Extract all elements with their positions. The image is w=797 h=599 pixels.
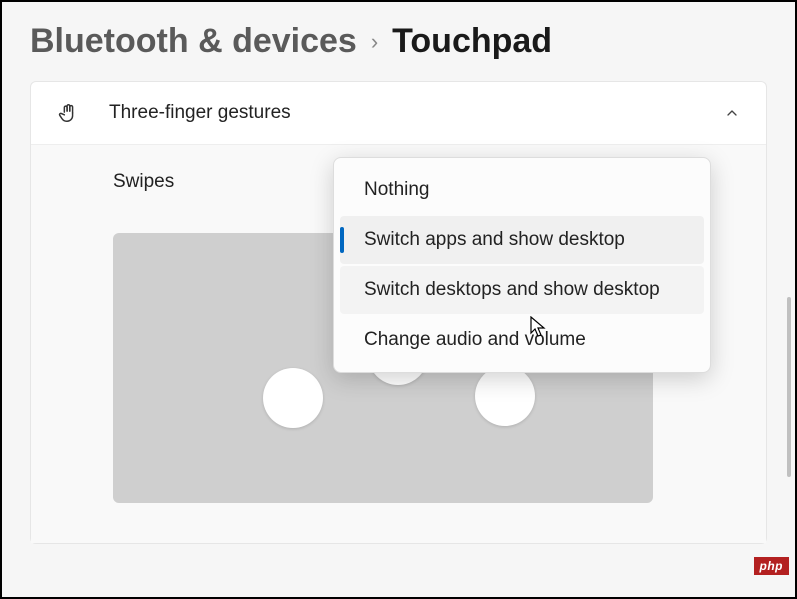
dropdown-item-nothing[interactable]: Nothing <box>340 166 704 214</box>
finger-dot <box>263 368 323 428</box>
dropdown-item-switch-desktops[interactable]: Switch desktops and show desktop <box>340 266 704 314</box>
breadcrumb: Bluetooth & devices › Touchpad <box>30 22 767 61</box>
panel-title: Three-finger gestures <box>109 102 724 124</box>
hand-icon <box>57 102 79 124</box>
swipes-dropdown[interactable]: Nothing Switch apps and show desktop Swi… <box>333 157 711 373</box>
scrollbar[interactable] <box>787 297 791 477</box>
breadcrumb-current: Touchpad <box>392 22 552 61</box>
finger-dot <box>475 366 535 426</box>
chevron-right-icon: › <box>371 29 378 55</box>
breadcrumb-parent[interactable]: Bluetooth & devices <box>30 22 357 61</box>
panel-header[interactable]: Three-finger gestures <box>31 82 766 145</box>
dropdown-item-change-audio[interactable]: Change audio and volume <box>340 316 704 364</box>
chevron-up-icon <box>724 105 740 121</box>
dropdown-item-switch-apps[interactable]: Switch apps and show desktop <box>340 216 704 264</box>
watermark: php <box>754 557 790 575</box>
